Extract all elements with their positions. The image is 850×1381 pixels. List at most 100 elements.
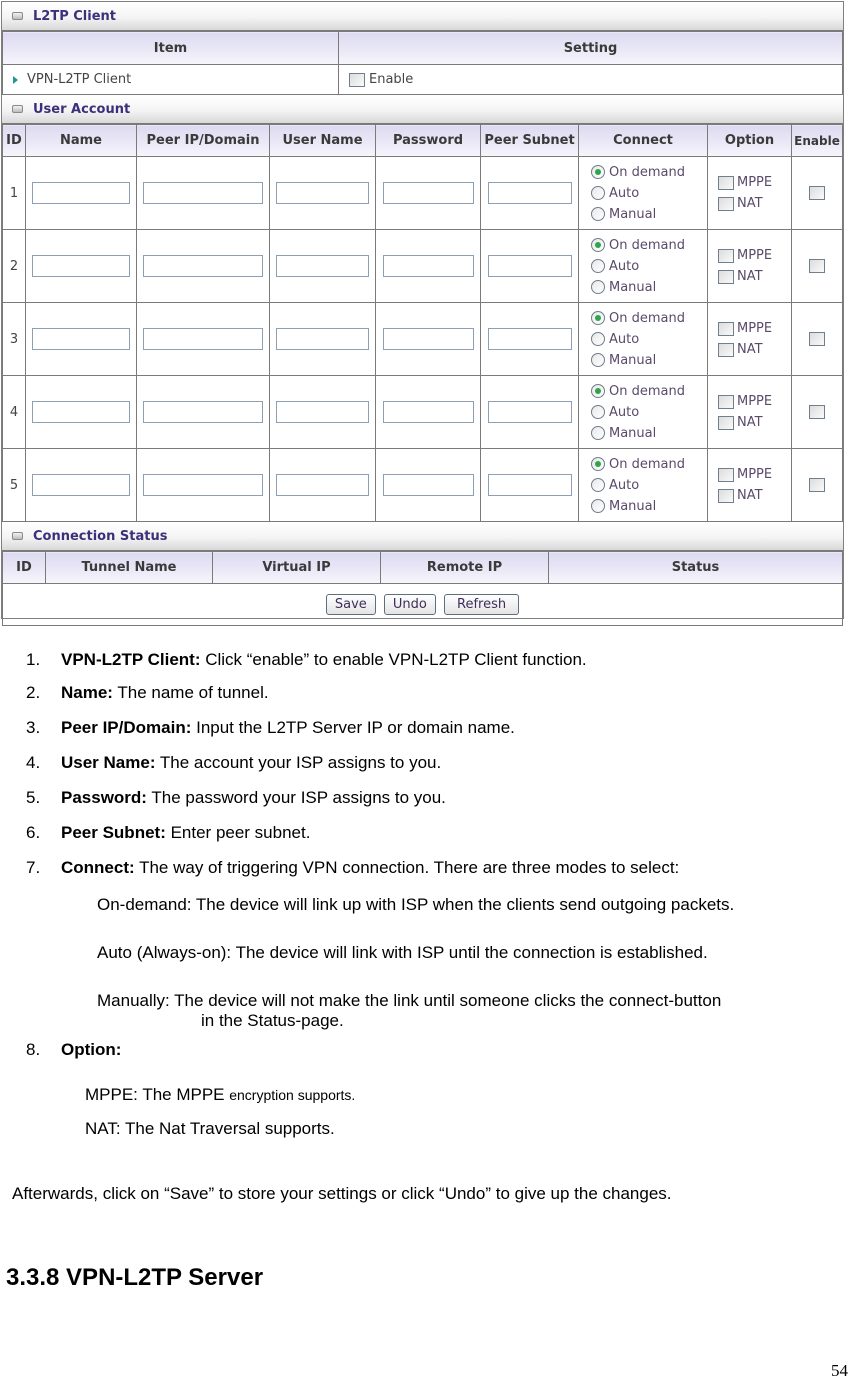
enable-client-checkbox[interactable] xyxy=(349,72,365,87)
option-mppe[interactable]: MPPE xyxy=(718,172,791,193)
radio-icon[interactable] xyxy=(591,405,605,419)
nat-checkbox[interactable] xyxy=(718,415,734,430)
input-cell xyxy=(25,448,137,522)
row-enable-checkbox[interactable] xyxy=(809,478,825,492)
user-name-input[interactable] xyxy=(276,474,369,496)
mppe-checkbox[interactable] xyxy=(718,248,734,263)
row-enable-checkbox[interactable] xyxy=(809,332,825,346)
radio-icon[interactable] xyxy=(591,165,605,179)
row-enable-checkbox[interactable] xyxy=(809,259,825,273)
connect-option-auto[interactable]: Auto xyxy=(591,183,707,204)
connect-option-manual[interactable]: Manual xyxy=(591,423,707,444)
checkbox-label: MPPE xyxy=(737,394,773,409)
password-input[interactable] xyxy=(382,182,474,204)
radio-icon[interactable] xyxy=(591,207,605,221)
connect-option-auto[interactable]: Auto xyxy=(591,402,707,423)
connect-option-auto[interactable]: Auto xyxy=(591,475,707,496)
row-enable-checkbox[interactable] xyxy=(809,405,825,419)
radio-icon[interactable] xyxy=(591,186,605,200)
option-mppe[interactable]: MPPE xyxy=(718,245,791,266)
peer-subnet-input[interactable] xyxy=(487,182,572,204)
peer-ip-input[interactable] xyxy=(143,328,263,350)
peer-ip-input[interactable] xyxy=(143,182,263,204)
list-term: User Name: xyxy=(61,753,156,772)
list-number: 7. xyxy=(26,858,41,877)
radio-label: Auto xyxy=(609,258,640,274)
save-button[interactable]: Save xyxy=(325,594,376,615)
name-input[interactable] xyxy=(32,474,130,496)
list-term: Peer Subnet: xyxy=(61,823,166,842)
user-name-input[interactable] xyxy=(276,328,369,350)
option-mppe[interactable]: MPPE xyxy=(718,318,791,339)
connect-option-on-demand[interactable]: On demand xyxy=(591,454,707,475)
nat-checkbox[interactable] xyxy=(718,196,734,211)
name-input[interactable] xyxy=(32,328,130,350)
mppe-checkbox[interactable] xyxy=(718,175,734,190)
undo-button[interactable]: Undo xyxy=(383,594,436,615)
connect-option-manual[interactable]: Manual xyxy=(591,496,707,517)
mppe-checkbox[interactable] xyxy=(718,394,734,409)
peer-subnet-input[interactable] xyxy=(487,401,572,423)
password-input[interactable] xyxy=(382,328,474,350)
connect-option-manual[interactable]: Manual xyxy=(591,204,707,225)
row-enable-checkbox[interactable] xyxy=(809,186,825,200)
radio-icon[interactable] xyxy=(591,499,605,513)
option-nat[interactable]: NAT xyxy=(718,266,791,287)
option-nat[interactable]: NAT xyxy=(718,193,791,214)
peer-ip-input[interactable] xyxy=(143,401,263,423)
connect-option-on-demand[interactable]: On demand xyxy=(591,308,707,329)
name-input[interactable] xyxy=(32,255,130,277)
column-header-option: Option xyxy=(707,124,792,157)
connect-option-on-demand[interactable]: On demand xyxy=(591,381,707,402)
password-input[interactable] xyxy=(382,255,474,277)
connect-option-manual[interactable]: Manual xyxy=(591,350,707,371)
radio-label: On demand xyxy=(609,237,685,253)
nat-checkbox[interactable] xyxy=(718,269,734,284)
checkbox-label: MPPE xyxy=(737,321,773,336)
password-input[interactable] xyxy=(382,474,474,496)
peer-subnet-input[interactable] xyxy=(487,328,572,350)
name-input[interactable] xyxy=(32,401,130,423)
connect-option-on-demand[interactable]: On demand xyxy=(591,162,707,183)
connect-option-auto[interactable]: Auto xyxy=(591,329,707,350)
peer-ip-input[interactable] xyxy=(143,474,263,496)
radio-icon[interactable] xyxy=(591,457,605,471)
section-header-l2tp-client: L2TP Client xyxy=(2,2,843,31)
radio-icon[interactable] xyxy=(591,280,605,294)
radio-icon[interactable] xyxy=(591,478,605,492)
mppe-checkbox[interactable] xyxy=(718,467,734,482)
enable-client-toggle[interactable]: Enable xyxy=(339,72,842,87)
radio-icon[interactable] xyxy=(591,426,605,440)
refresh-button[interactable]: Refresh xyxy=(444,594,520,615)
radio-icon[interactable] xyxy=(591,332,605,346)
input-cell xyxy=(269,375,376,449)
option-mppe[interactable]: MPPE xyxy=(718,464,791,485)
peer-subnet-input[interactable] xyxy=(487,255,572,277)
option-mppe-suffix: encryption supports. xyxy=(229,1087,356,1103)
nat-checkbox[interactable] xyxy=(718,488,734,503)
mppe-checkbox[interactable] xyxy=(718,321,734,336)
option-nat[interactable]: NAT xyxy=(718,412,791,433)
connect-option-auto[interactable]: Auto xyxy=(591,256,707,277)
connect-option-on-demand[interactable]: On demand xyxy=(591,235,707,256)
user-name-input[interactable] xyxy=(276,182,369,204)
checkbox-label: MPPE xyxy=(737,175,773,190)
option-mppe[interactable]: MPPE xyxy=(718,391,791,412)
radio-icon[interactable] xyxy=(591,311,605,325)
peer-subnet-input[interactable] xyxy=(487,474,572,496)
column-header-name: Name xyxy=(25,124,137,157)
user-name-input[interactable] xyxy=(276,255,369,277)
name-input[interactable] xyxy=(32,182,130,204)
peer-ip-input[interactable] xyxy=(143,255,263,277)
password-input[interactable] xyxy=(382,401,474,423)
user-name-input[interactable] xyxy=(276,401,369,423)
radio-icon[interactable] xyxy=(591,353,605,367)
radio-icon[interactable] xyxy=(591,238,605,252)
option-nat[interactable]: NAT xyxy=(718,485,791,506)
option-nat[interactable]: NAT xyxy=(718,339,791,360)
input-cell xyxy=(25,156,137,230)
radio-icon[interactable] xyxy=(591,259,605,273)
radio-icon[interactable] xyxy=(591,384,605,398)
connect-option-manual[interactable]: Manual xyxy=(591,277,707,298)
nat-checkbox[interactable] xyxy=(718,342,734,357)
